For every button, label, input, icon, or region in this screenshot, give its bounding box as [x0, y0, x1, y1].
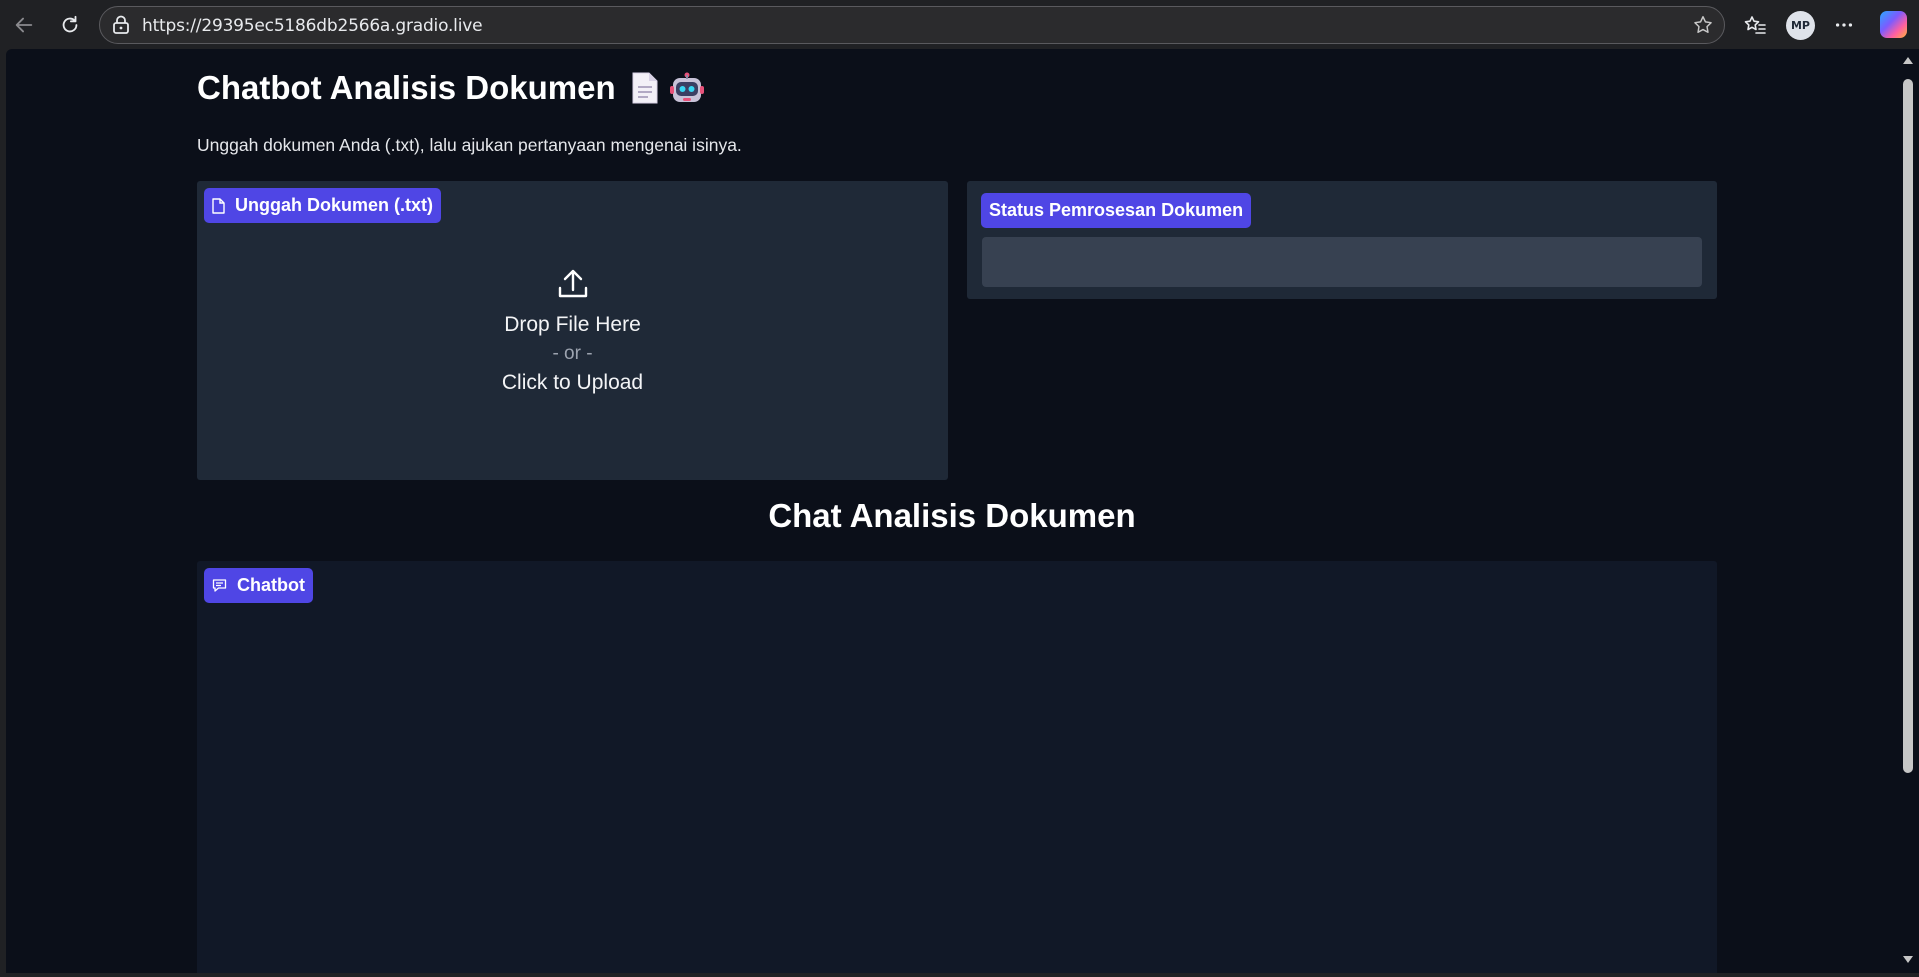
robot-emoji-icon — [669, 71, 704, 105]
favorite-star-icon[interactable] — [1692, 14, 1714, 41]
chatbot-panel[interactable]: Chatbot — [197, 561, 1717, 973]
page-description: Unggah dokumen Anda (.txt), lalu ajukan … — [197, 135, 742, 155]
settings-more-button[interactable] — [1829, 10, 1859, 40]
profile-avatar[interactable]: MP — [1786, 11, 1815, 40]
status-textbox[interactable] — [982, 237, 1702, 287]
more-dots-icon — [1835, 23, 1853, 27]
status-label-text: Status Pemrosesan Dokumen — [989, 200, 1244, 220]
chatbot-label-badge: Chatbot — [204, 568, 313, 603]
back-button[interactable] — [9, 10, 39, 40]
reload-icon — [62, 15, 78, 33]
chat-section-heading: Chat Analisis Dokumen — [768, 497, 1136, 534]
favorites-button[interactable] — [1740, 10, 1770, 40]
chatbot-label-text: Chatbot — [237, 575, 305, 595]
or-separator-text: - or - — [552, 343, 593, 364]
file-upload-block: Unggah Dokumen (.txt) Drop File Here - o… — [197, 181, 948, 480]
scroll-down-arrow-icon[interactable] — [1903, 956, 1913, 963]
upload-label-text: Unggah Dokumen (.txt) — [235, 195, 433, 215]
file-icon — [212, 197, 225, 214]
back-arrow-icon — [15, 17, 33, 33]
copilot-icon[interactable] — [1880, 11, 1907, 38]
address-bar[interactable]: https://29395ec5186db2566a.gradio.live — [99, 6, 1725, 44]
upload-label-badge: Unggah Dokumen (.txt) — [204, 188, 441, 223]
scroll-up-arrow-icon[interactable] — [1903, 57, 1913, 64]
page-emoji-icon — [630, 71, 660, 105]
site-info-icon[interactable] — [112, 15, 130, 40]
reload-button[interactable] — [55, 10, 85, 40]
file-dropzone[interactable]: Drop File Here - or - Click to Upload — [197, 226, 948, 480]
status-block: Status Pemrosesan Dokumen — [967, 181, 1717, 299]
page-title: Chatbot Analisis Dokumen — [197, 69, 704, 107]
upload-icon — [557, 268, 589, 305]
browser-toolbar: https://29395ec5186db2566a.gradio.live M… — [0, 0, 1919, 49]
page-title-text: Chatbot Analisis Dokumen — [197, 69, 616, 106]
chat-bubble-icon — [212, 578, 227, 593]
page-viewport: Chatbot Analisis Dokumen Unggah dokumen … — [6, 49, 1898, 973]
page-scrollbar[interactable] — [1898, 49, 1919, 973]
status-label-badge: Status Pemrosesan Dokumen — [981, 193, 1252, 228]
scrollbar-thumb[interactable] — [1903, 79, 1913, 773]
favorites-list-icon — [1744, 16, 1766, 34]
window-bottom-edge — [0, 973, 1919, 977]
url-text: https://29395ec5186db2566a.gradio.live — [142, 16, 483, 36]
drop-file-text: Drop File Here — [504, 313, 641, 336]
click-to-upload-text[interactable]: Click to Upload — [502, 371, 643, 395]
